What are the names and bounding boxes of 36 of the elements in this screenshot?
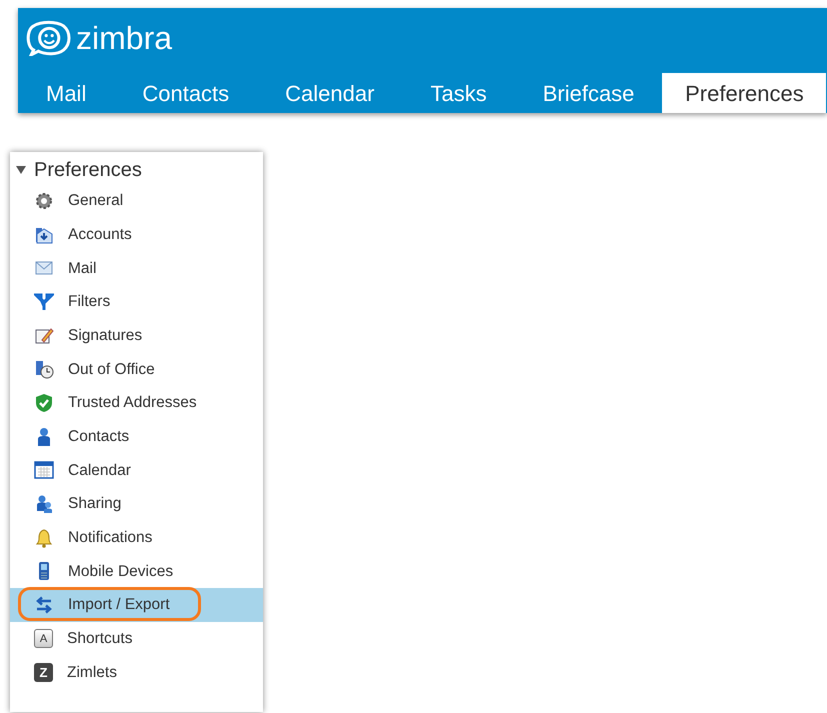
nav-tab[interactable]: Briefcase: [514, 73, 662, 113]
sidebar-item[interactable]: Contacts: [10, 420, 263, 454]
sidebar-item[interactable]: Trusted Addresses: [10, 386, 263, 420]
sidebar-item[interactable]: Out of Office: [10, 352, 263, 386]
logo-text: zimbra: [76, 22, 172, 54]
nav-tab[interactable]: Preferences: [662, 73, 826, 113]
sidebar-item[interactable]: Mail: [10, 251, 263, 286]
sidebar-item[interactable]: Notifications: [10, 520, 263, 555]
nav-tab[interactable]: Tasks: [402, 73, 515, 113]
nav-tab[interactable]: Calendar: [257, 73, 402, 113]
gear-icon: [34, 190, 54, 211]
sidebar-item[interactable]: Import / Export: [10, 588, 263, 622]
expand-arrow-icon[interactable]: [16, 165, 26, 175]
sidebar-item[interactable]: Sharing: [10, 487, 263, 521]
logo-icon: [24, 20, 72, 56]
keyboard-key-icon: A: [34, 629, 53, 648]
sidebar-item[interactable]: Signatures: [10, 318, 263, 352]
sidebar-item[interactable]: Calendar: [10, 454, 263, 488]
sidebar-item[interactable]: Mobile Devices: [10, 554, 263, 588]
tile-icon: Z: [34, 662, 53, 682]
sidebar-item[interactable]: General: [10, 184, 263, 218]
sidebar-item[interactable]: A Shortcuts: [10, 622, 263, 656]
pen-paper-icon: [34, 326, 54, 346]
nav-tab[interactable]: Contacts: [114, 73, 258, 113]
bell-icon: [34, 528, 54, 548]
nav-tab[interactable]: Mail: [18, 73, 114, 113]
swap-arrows-icon: [34, 595, 54, 616]
shield-check-icon: [34, 392, 54, 413]
split-arrow-icon: [34, 292, 54, 312]
sidebar-item[interactable]: Z Zimlets: [10, 656, 263, 690]
person-clock-icon: [34, 359, 54, 380]
sidebar-item[interactable]: Accounts: [10, 218, 263, 252]
sidebar-title: Preferences: [34, 158, 142, 183]
sidebar-item[interactable]: Filters: [10, 285, 263, 319]
people-icon: [34, 494, 54, 514]
calendar-icon: [34, 460, 54, 480]
